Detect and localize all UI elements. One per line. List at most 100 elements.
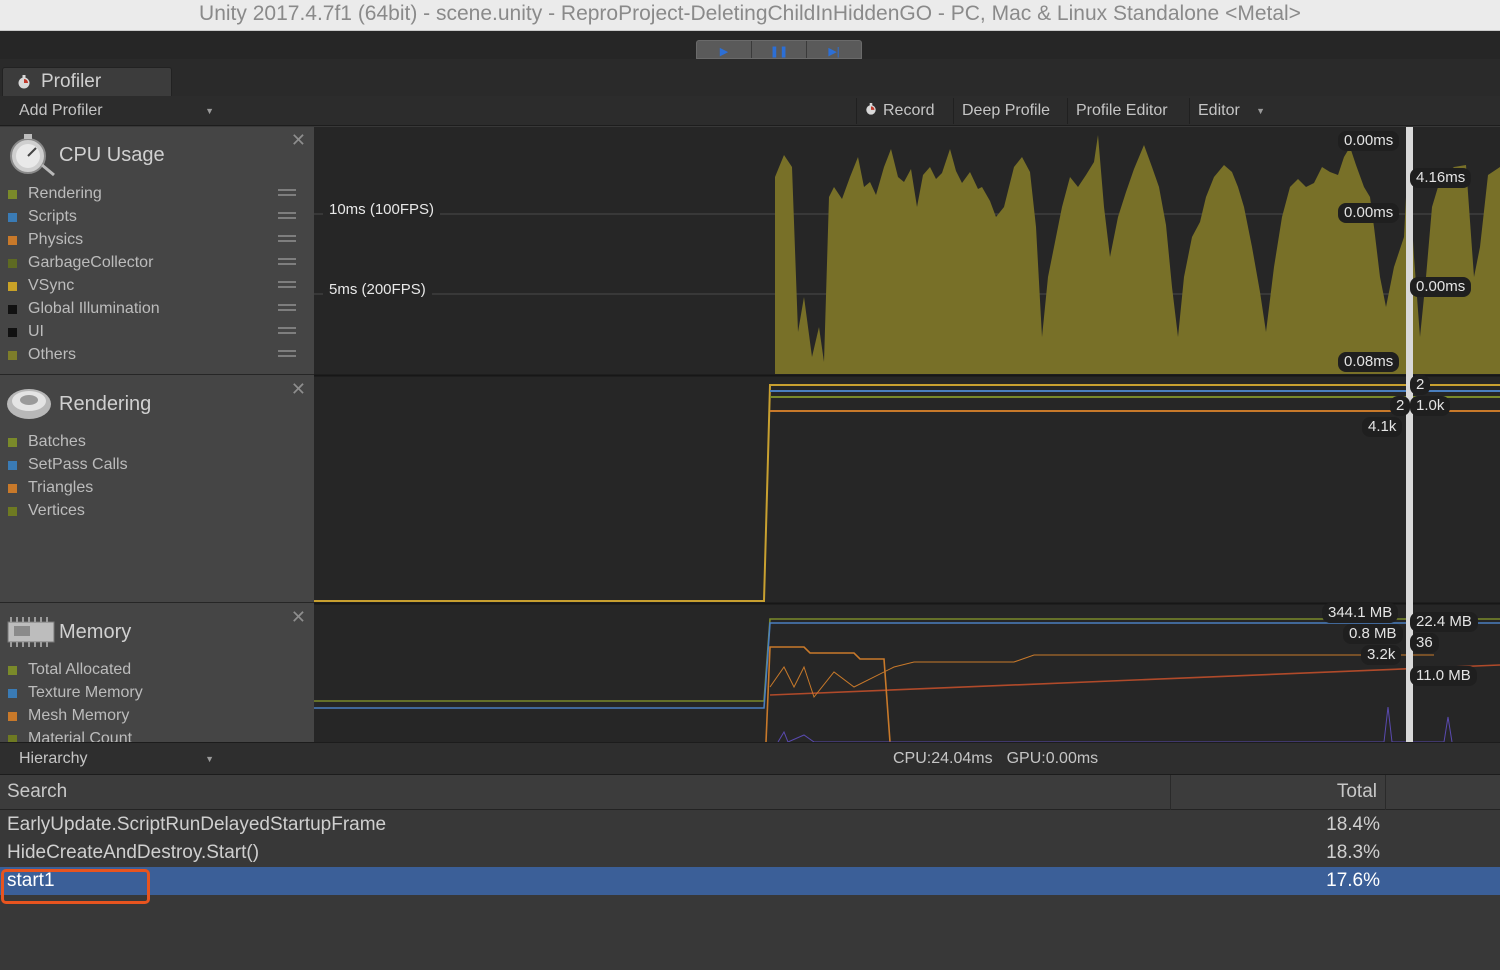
drag-handle-icon[interactable] xyxy=(278,235,296,242)
legend-label: Scripts xyxy=(28,208,77,225)
tab-strip: Profiler xyxy=(0,59,1500,96)
rendering-title: Rendering xyxy=(59,393,152,415)
profile-editor-button[interactable]: Profile Editor xyxy=(1067,98,1176,124)
legend-swatch xyxy=(8,461,17,470)
legend-label: Physics xyxy=(28,231,84,248)
view-mode-label: Hierarchy xyxy=(19,750,88,767)
legend-item[interactable]: Scripts xyxy=(8,205,77,228)
tab-profiler[interactable]: Profiler xyxy=(2,67,172,96)
rendering-lines xyxy=(314,384,1500,602)
legend-label: Texture Memory xyxy=(28,684,143,701)
legend-item[interactable]: Rendering xyxy=(8,182,102,205)
row-name: EarlyUpdate.ScriptRunDelayedStartupFrame xyxy=(7,814,387,835)
play-controls: ▶ ❚❚ ▶| xyxy=(696,40,862,59)
legend-swatch xyxy=(8,236,17,245)
rendering-readout: 2 xyxy=(1410,375,1431,395)
legend-label: VSync xyxy=(28,277,75,294)
legend-item[interactable]: UI xyxy=(8,320,44,343)
legend-item[interactable]: Material Count xyxy=(8,727,132,742)
row-name: HideCreateAndDestroy.Start() xyxy=(7,842,260,863)
profiler-graphs[interactable]: 10ms (100FPS) 5ms (200FPS) 0.00ms 0.00ms… xyxy=(314,127,1500,742)
profiler-graph-canvas[interactable] xyxy=(314,127,1500,742)
legend-swatch xyxy=(8,484,17,493)
legend-swatch xyxy=(8,190,17,199)
annotation-highlight-box xyxy=(1,869,150,904)
legend-item[interactable]: Vertices xyxy=(8,499,85,522)
row-total: 18.3% xyxy=(1326,842,1380,863)
legend-label: Rendering xyxy=(28,185,102,202)
rendering-teapot-icon xyxy=(7,389,51,419)
legend-label: SetPass Calls xyxy=(28,456,128,473)
total-column-header[interactable]: Total xyxy=(1170,775,1386,810)
cpu-readout: 0.00ms xyxy=(1338,131,1400,151)
gpu-time: GPU:0.00ms xyxy=(1006,750,1099,767)
editor-target-dropdown[interactable]: Editor ▼ xyxy=(1189,98,1269,124)
legend-item[interactable]: GarbageCollector xyxy=(8,251,153,274)
view-mode-dropdown[interactable]: Hierarchy ▼ xyxy=(8,746,220,772)
legend-label: Total Allocated xyxy=(28,661,132,678)
close-icon[interactable]: ✕ xyxy=(291,608,306,626)
legend-label: Material Count xyxy=(28,730,133,742)
close-icon[interactable]: ✕ xyxy=(291,380,306,398)
rendering-module[interactable]: Rendering ✕ Batches SetPass Calls Triangle… xyxy=(0,376,314,603)
rendering-readout: 4.1k xyxy=(1362,417,1403,437)
memory-readout: 344.1 MB xyxy=(1322,603,1399,623)
drag-handle-icon[interactable] xyxy=(278,212,296,219)
legend-item[interactable]: Triangles xyxy=(8,476,93,499)
add-profiler-dropdown[interactable]: Add Profiler ▼ xyxy=(8,98,220,124)
legend-swatch xyxy=(8,351,17,360)
legend-item[interactable]: SetPass Calls xyxy=(8,453,128,476)
legend-item[interactable]: Global Illumination xyxy=(8,297,160,320)
legend-item[interactable]: Physics xyxy=(8,228,83,251)
step-icon: ▶| xyxy=(828,46,840,58)
legend-swatch xyxy=(8,735,17,742)
table-row[interactable]: EarlyUpdate.ScriptRunDelayedStartupFrame… xyxy=(0,811,1500,839)
play-button[interactable]: ▶ xyxy=(697,41,752,58)
memory-readout: 0.8 MB xyxy=(1343,624,1403,644)
drag-handle-icon[interactable] xyxy=(278,281,296,288)
deep-profile-label: Deep Profile xyxy=(962,102,1051,119)
legend-item[interactable]: VSync xyxy=(8,274,74,297)
drag-handle-icon[interactable] xyxy=(278,350,296,357)
pause-button[interactable]: ❚❚ xyxy=(752,41,807,58)
drag-handle-icon[interactable] xyxy=(278,304,296,311)
drag-handle-icon[interactable] xyxy=(278,258,296,265)
close-icon[interactable]: ✕ xyxy=(291,131,306,149)
table-header: Search Total xyxy=(0,775,1500,810)
step-button[interactable]: ▶| xyxy=(807,41,861,58)
legend-item[interactable]: Total Allocated xyxy=(8,658,131,681)
profile-editor-label: Profile Editor xyxy=(1076,102,1168,119)
memory-lines xyxy=(314,618,1500,742)
editor-target-label: Editor xyxy=(1198,102,1240,119)
drag-handle-icon[interactable] xyxy=(278,189,296,196)
legend-item[interactable]: Texture Memory xyxy=(8,681,143,704)
search-column-header[interactable]: Search xyxy=(7,781,67,803)
legend-label: Batches xyxy=(28,433,86,450)
memory-chip-icon xyxy=(7,617,55,647)
record-icon xyxy=(866,103,876,115)
deep-profile-button[interactable]: Deep Profile xyxy=(953,98,1058,124)
fps-5ms-label: 5ms (200FPS) xyxy=(323,280,432,300)
record-button[interactable]: Record xyxy=(856,98,943,124)
legend-item[interactable]: Others xyxy=(8,343,76,366)
cpu-readout: 0.00ms xyxy=(1338,203,1400,223)
legend-swatch xyxy=(8,259,17,268)
legend-swatch xyxy=(8,689,17,698)
play-icon: ▶ xyxy=(719,46,729,58)
legend-item[interactable]: Batches xyxy=(8,430,86,453)
record-label: Record xyxy=(883,102,935,119)
profiler-icon xyxy=(18,75,30,89)
memory-readout: 22.4 MB xyxy=(1410,612,1478,632)
chevron-down-icon: ▼ xyxy=(205,754,214,764)
cpu-usage-area xyxy=(775,135,1500,374)
frame-timings: CPU:24.04ms GPU:0.00ms xyxy=(893,750,1112,768)
legend-swatch xyxy=(8,438,17,447)
memory-module[interactable]: Memory ✕ Total Allocated Texture Memory Me… xyxy=(0,604,314,742)
legend-label: Vertices xyxy=(28,502,85,519)
legend-item[interactable]: Mesh Memory xyxy=(8,704,129,727)
table-row[interactable]: HideCreateAndDestroy.Start() 18.3% xyxy=(0,839,1500,867)
legend-swatch xyxy=(8,712,17,721)
drag-handle-icon[interactable] xyxy=(278,327,296,334)
table-row-selected[interactable]: start1 17.6% xyxy=(0,867,1500,895)
cpu-usage-module[interactable]: CPU Usage ✕ Rendering Scripts Physics Garba… xyxy=(0,127,314,375)
